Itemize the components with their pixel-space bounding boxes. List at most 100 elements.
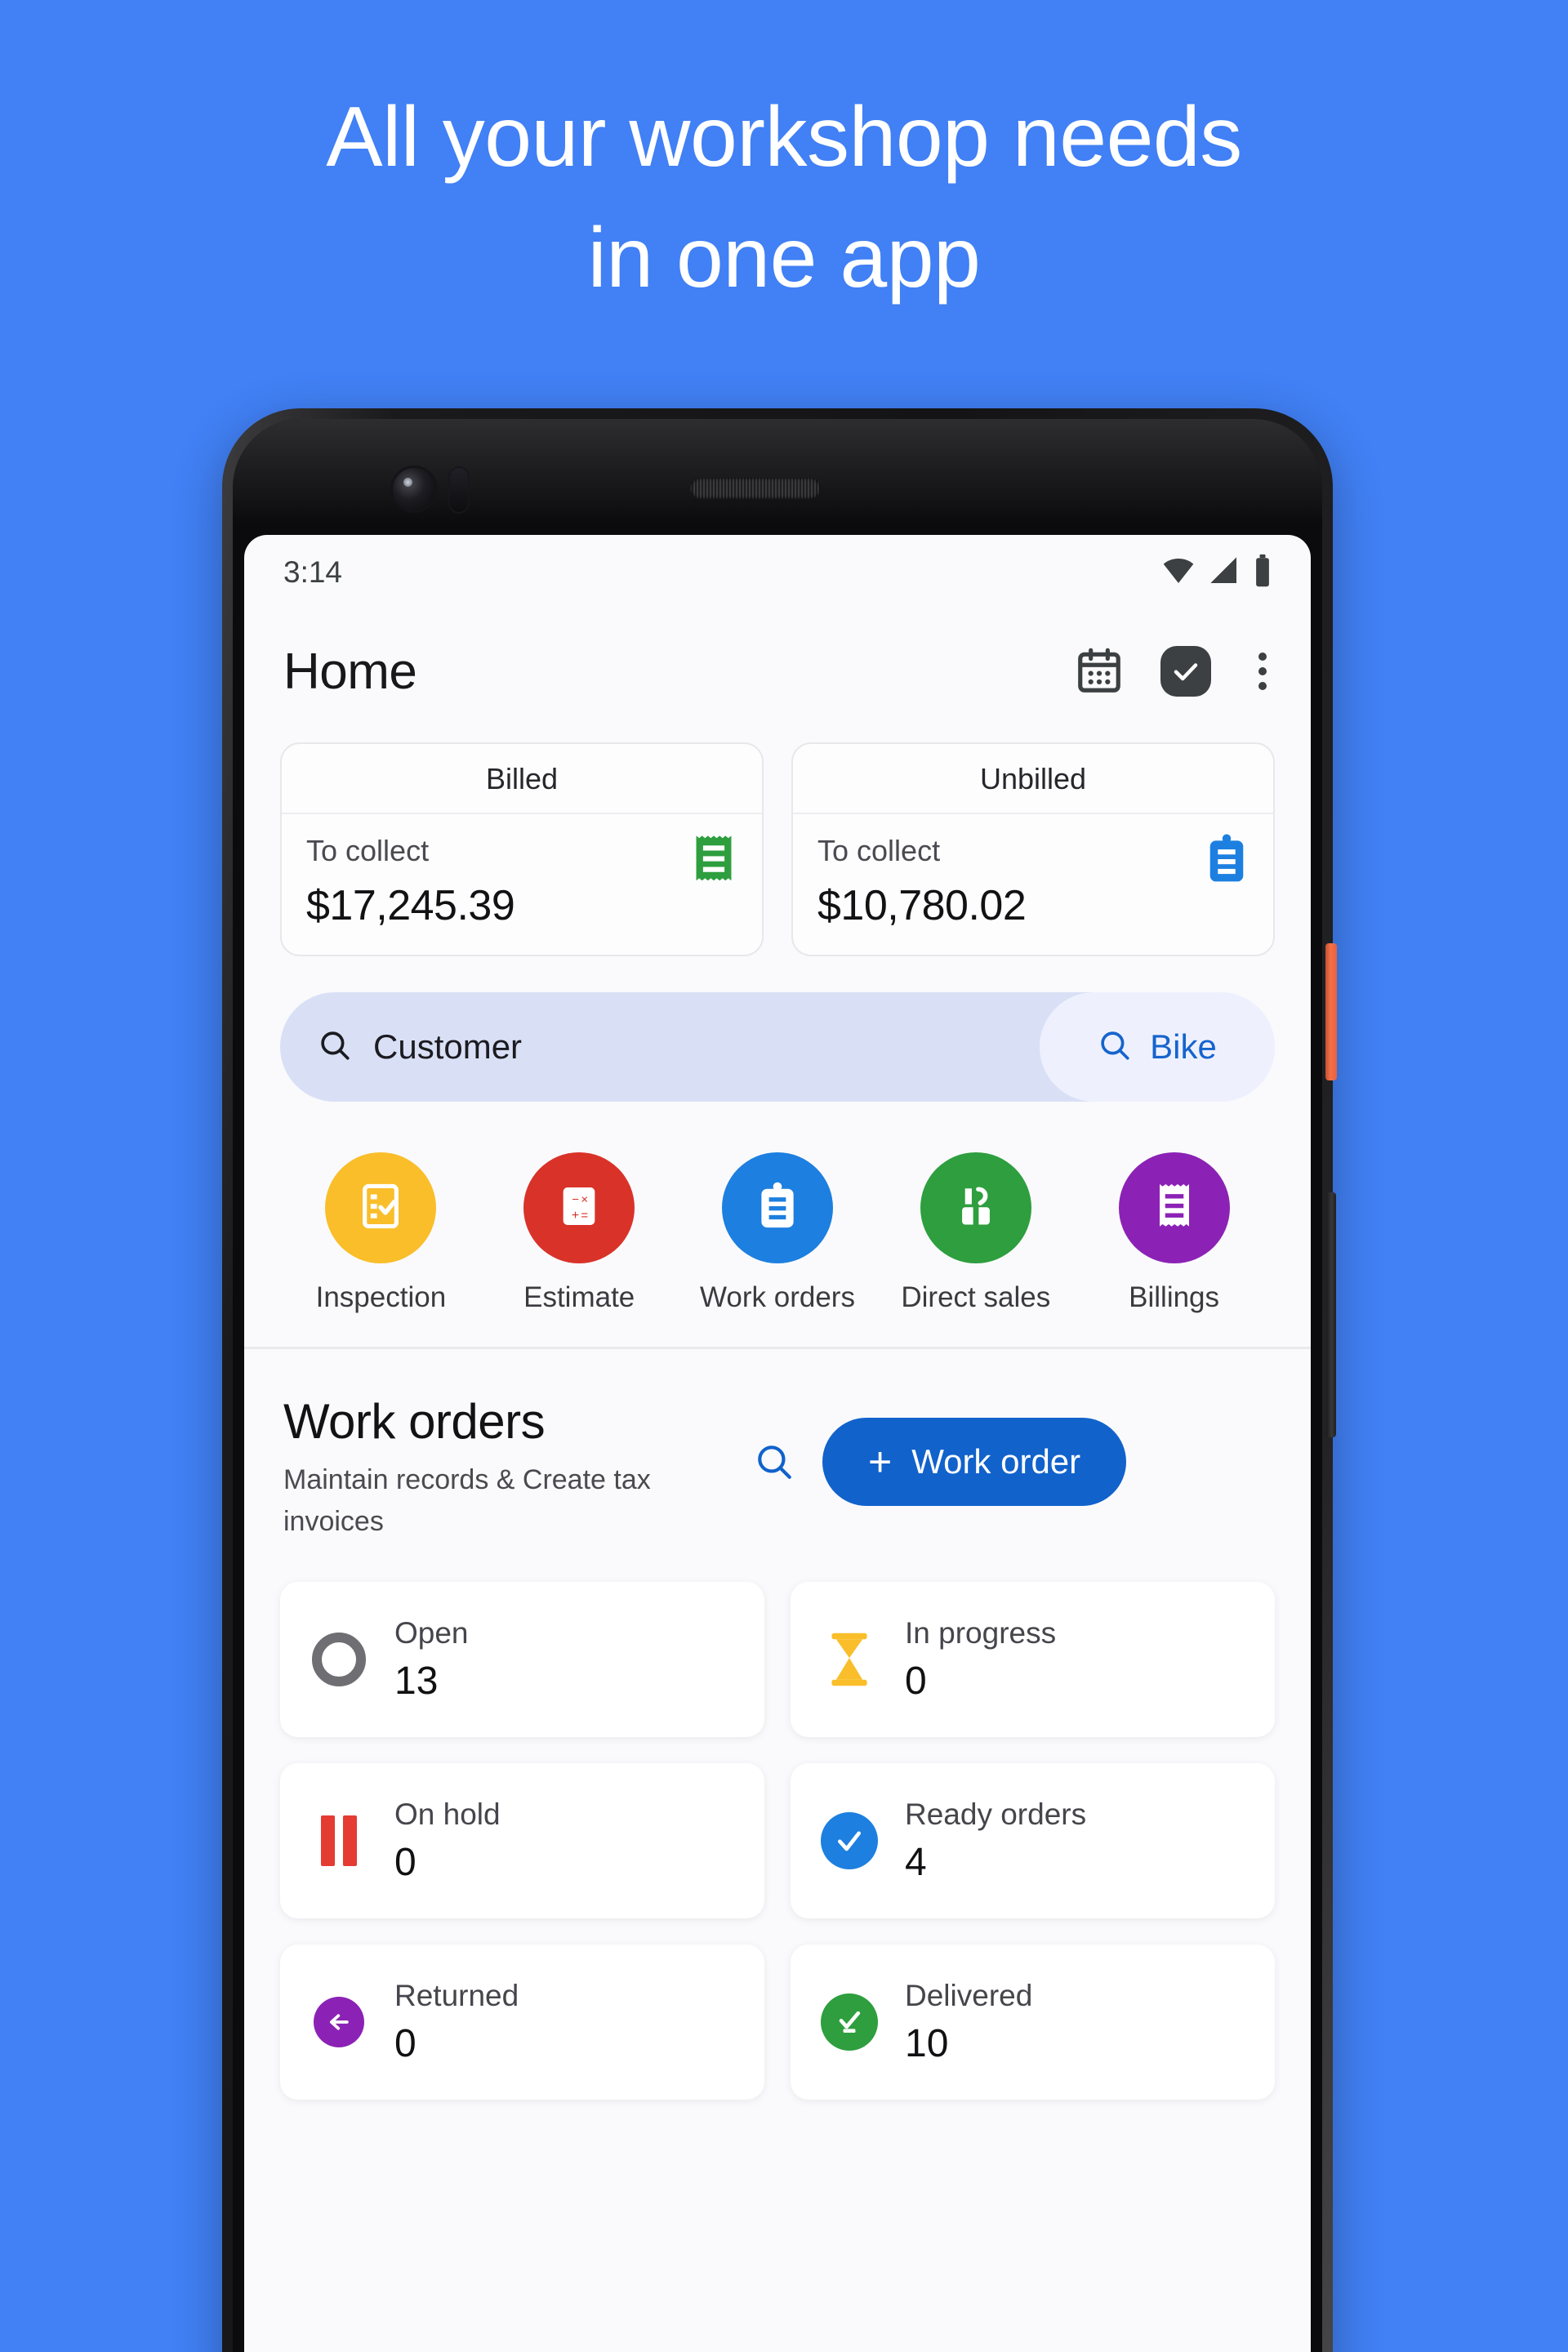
quick-action-inspection[interactable]: Inspection (282, 1152, 480, 1314)
status-card-value: 13 (394, 1659, 439, 1703)
status-card-value: 10 (905, 2021, 949, 2065)
page-title: Home (283, 643, 417, 700)
hero-line-2: in one app (587, 210, 981, 305)
app-bar-actions (1074, 646, 1278, 697)
status-card-label: Returned (394, 1978, 519, 2012)
billed-card-amount: $17,245.39 (306, 882, 515, 929)
arrow-left-circle-icon (308, 1991, 370, 2053)
quick-action-direct-sales[interactable]: Direct sales (876, 1152, 1075, 1314)
work-orders-header: Work orders Maintain records & Create ta… (244, 1349, 1311, 1561)
check-circle-icon (818, 1810, 880, 1872)
app-bar: Home (244, 610, 1311, 733)
wifi-icon (1160, 555, 1196, 591)
search-section: Customer Bike (244, 956, 1311, 1102)
status-card-label: On hold (394, 1797, 501, 1831)
status-card-on-hold[interactable]: On hold 0 (280, 1763, 764, 1918)
status-card-label: Ready orders (905, 1797, 1087, 1831)
quick-action-label: Estimate (523, 1281, 635, 1313)
bike-search-button[interactable]: Bike (1040, 992, 1275, 1102)
battery-icon (1252, 554, 1273, 592)
billed-card-label: To collect (306, 834, 430, 867)
status-bar-system-icons (1160, 554, 1273, 592)
unbilled-card[interactable]: Unbilled To collect $10,780.02 (791, 742, 1275, 956)
overflow-menu-icon[interactable] (1247, 648, 1278, 695)
status-card-label: In progress (905, 1615, 1057, 1650)
status-card-returned[interactable]: Returned 0 (280, 1944, 764, 2100)
delivered-check-icon (818, 1991, 880, 2053)
status-card-value: 0 (905, 1659, 927, 1703)
bike-search-label: Bike (1150, 1027, 1217, 1066)
work-orders-icon-circle (721, 1152, 833, 1263)
ring-icon (308, 1628, 370, 1690)
checkbox-icon[interactable] (1160, 646, 1211, 697)
work-orders-actions: + Work order (754, 1393, 1127, 1506)
status-card-value: 0 (394, 1840, 416, 1884)
signal-icon (1208, 555, 1241, 591)
receipt-icon (1152, 1182, 1196, 1235)
front-camera-icon (393, 468, 435, 510)
work-orders-status-grid: Open 13 In progress 0 On hold 0 Ready or… (244, 1561, 1311, 2136)
search-icon[interactable] (754, 1441, 795, 1482)
quick-action-label: Work orders (700, 1281, 855, 1313)
search-icon (318, 1028, 352, 1067)
calculator-icon: − × + = (555, 1183, 603, 1234)
inspection-icon-circle (325, 1152, 437, 1263)
create-work-order-label: Work order (911, 1442, 1081, 1481)
quick-action-billings[interactable]: Billings (1075, 1152, 1273, 1314)
quick-action-label: Billings (1129, 1281, 1220, 1313)
quick-actions-row: Inspection − × + = Estimate Work orders … (244, 1102, 1311, 1347)
billed-card-body: To collect $17,245.39 (282, 814, 762, 955)
phone-device-frame: 3:14 Home Billed To collect $17,245.39 U… (222, 408, 1337, 2352)
status-card-open[interactable]: Open 13 (280, 1582, 764, 1737)
work-orders-title: Work orders (283, 1394, 546, 1449)
status-card-label: Open (394, 1615, 469, 1650)
quick-action-work-orders[interactable]: Work orders (679, 1152, 877, 1314)
status-card-value: 0 (394, 2021, 416, 2065)
svg-text:×: × (581, 1192, 589, 1206)
unbilled-card-body: To collect $10,780.02 (793, 814, 1273, 955)
plus-icon: + (868, 1439, 893, 1485)
receipt-icon (690, 834, 737, 889)
clipboard-icon (1205, 834, 1249, 889)
search-icon (1098, 1028, 1132, 1067)
toolbox-icon (952, 1183, 1000, 1234)
hourglass-icon (818, 1628, 880, 1690)
work-orders-titles: Work orders Maintain records & Create ta… (283, 1393, 741, 1543)
power-button[interactable] (1325, 943, 1337, 1080)
svg-text:+: + (572, 1208, 579, 1222)
hero-line-1: All your workshop needs (326, 90, 1242, 185)
status-card-label: Delivered (905, 1978, 1033, 2012)
hero-headline: All your workshop needs in one app (0, 78, 1568, 318)
status-bar: 3:14 (244, 535, 1311, 610)
status-bar-clock: 3:14 (283, 555, 343, 589)
svg-text:=: = (581, 1208, 589, 1222)
earpiece-speaker-icon (690, 478, 821, 499)
direct-sales-icon-circle (920, 1152, 1031, 1263)
status-card-delivered[interactable]: Delivered 10 (791, 1944, 1275, 2100)
create-work-order-button[interactable]: + Work order (822, 1418, 1127, 1506)
summary-cards: Billed To collect $17,245.39 Unbilled To… (244, 733, 1311, 956)
unbilled-card-amount: $10,780.02 (817, 882, 1027, 929)
svg-text:−: − (572, 1192, 579, 1206)
status-card-in-progress[interactable]: In progress 0 (791, 1582, 1275, 1737)
status-card-ready-orders[interactable]: Ready orders 4 (791, 1763, 1275, 1918)
search-bar[interactable]: Customer Bike (280, 992, 1275, 1102)
app-screen: 3:14 Home Billed To collect $17,245.39 U… (244, 535, 1311, 2352)
checklist-icon (355, 1181, 406, 1236)
phone-top-bezel (244, 430, 1311, 535)
customer-search-field[interactable]: Customer (280, 1027, 1040, 1067)
quick-action-label: Direct sales (901, 1281, 1051, 1313)
phone-screen-bezel: 3:14 Home Billed To collect $17,245.39 U… (233, 419, 1322, 2352)
quick-action-estimate[interactable]: − × + = Estimate (480, 1152, 679, 1314)
clipboard-icon (756, 1182, 799, 1235)
estimate-icon-circle: − × + = (523, 1152, 635, 1263)
volume-rocker-button[interactable] (1326, 1192, 1336, 1437)
unbilled-card-label: To collect (817, 834, 941, 867)
search-input[interactable]: Customer (373, 1027, 522, 1067)
status-card-value: 4 (905, 1840, 927, 1884)
calendar-icon[interactable] (1074, 646, 1125, 697)
billed-card[interactable]: Billed To collect $17,245.39 (280, 742, 764, 956)
billed-card-header: Billed (282, 744, 762, 814)
quick-action-label: Inspection (315, 1281, 447, 1313)
pause-icon (308, 1810, 370, 1872)
